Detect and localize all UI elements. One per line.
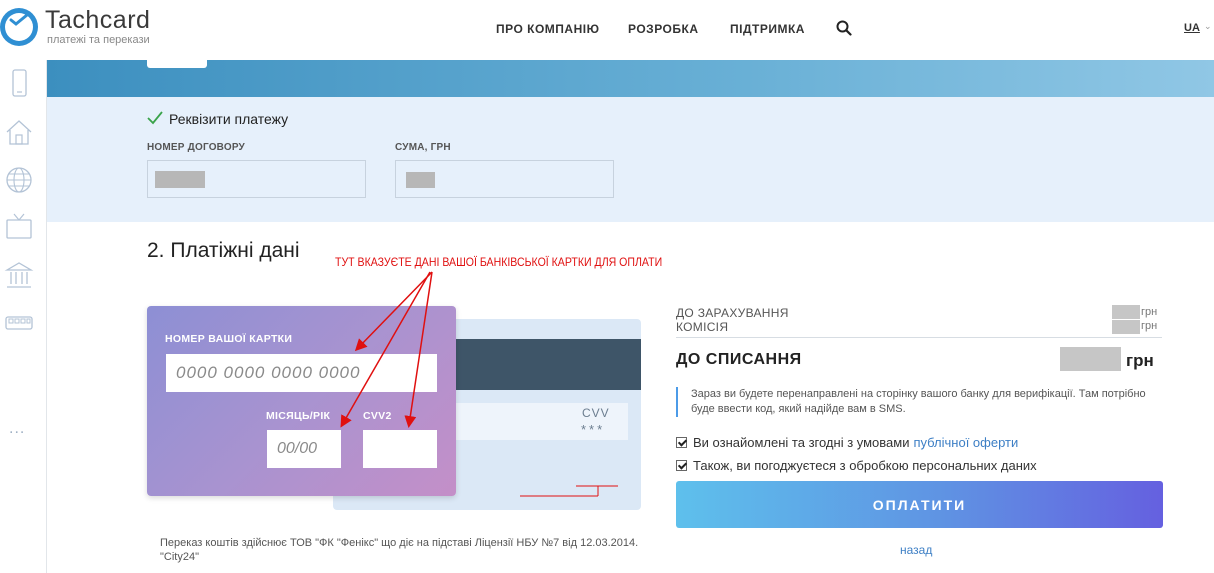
transport-icon[interactable] (4, 308, 34, 338)
total-label: ДО СПИСАННЯ (676, 351, 802, 368)
credit-label: ДО ЗАРАХУВАННЯ (676, 306, 789, 320)
cvv2-label: CVV2 (363, 410, 392, 422)
contract-number-field (147, 160, 366, 198)
total-currency: грн (1126, 351, 1154, 370)
check-icon (147, 111, 163, 125)
masked-value (1112, 305, 1140, 319)
back-link[interactable]: назад (900, 543, 932, 557)
brand-name[interactable]: Tachcard (45, 6, 150, 35)
privacy-checkbox-row[interactable]: Також, ви погоджуєтеся з обробкою персон… (676, 458, 1037, 473)
globe-icon[interactable] (4, 165, 34, 195)
card-number-label: НОМЕР ВАШОЇ КАРТКИ (165, 333, 293, 345)
masked-total (1060, 347, 1121, 371)
expiry-input[interactable] (267, 430, 341, 468)
header-banner (47, 60, 1214, 97)
masked-value (406, 172, 435, 188)
section-title: 2. Платіжні дані (147, 239, 300, 262)
privacy-text: Також, ви погоджуєтеся з обробкою персон… (693, 458, 1037, 473)
header: Tachcard платежі та перекази ПРО КОМПАНІ… (0, 0, 1214, 60)
masked-value (1112, 320, 1140, 334)
details-title: Реквізити платежу (169, 111, 289, 127)
home-icon[interactable] (4, 117, 34, 147)
sms-info-note: Зараз ви будете перенаправлені на сторін… (676, 387, 1162, 417)
bank-icon[interactable] (4, 260, 34, 290)
brand-tagline: платежі та перекази (47, 34, 150, 46)
public-offer-link[interactable]: публічної оферти (913, 435, 1018, 450)
annotation-text: ТУТ ВКАЗУЄТЕ ДАНІ ВАШОЇ БАНКІВСЬКОЇ КАРТ… (335, 255, 663, 269)
chevron-down-icon[interactable]: ⌄ (1204, 21, 1212, 32)
pay-button[interactable]: ОПЛАТИТИ (676, 481, 1163, 528)
more-icon[interactable]: ... (9, 420, 25, 438)
cvv-label: CVV (582, 406, 610, 420)
card-number-input[interactable] (166, 354, 437, 392)
fee-label: КОМІСІЯ (676, 320, 729, 334)
terms-checkbox-row[interactable]: Ви ознайомлені та згодні з умовами публі… (676, 435, 1018, 450)
privacy-checkbox[interactable] (676, 460, 687, 471)
tv-icon[interactable] (4, 212, 34, 242)
amount-field (395, 160, 614, 198)
banner-tab (147, 60, 207, 68)
nav-development[interactable]: РОЗРОБКА (628, 22, 699, 36)
currency-label: грн (1141, 306, 1158, 318)
nav-support[interactable]: ПІДТРИМКА (730, 22, 805, 36)
masked-value (155, 171, 205, 188)
logo-check-icon (9, 14, 29, 26)
terms-text: Ви ознайомлені та згодні з умовами (693, 435, 910, 450)
divider (676, 337, 1162, 338)
cvv-stars: *** (581, 422, 606, 437)
cvv2-input[interactable] (363, 430, 437, 468)
sidebar: ... (0, 60, 47, 573)
terms-checkbox[interactable] (676, 437, 687, 448)
amount-label: СУМА, ГРН (395, 142, 451, 153)
currency-label: грн (1141, 320, 1158, 332)
contract-number-label: НОМЕР ДОГОВОРУ (147, 142, 245, 153)
nav-about[interactable]: ПРО КОМПАНІЮ (496, 22, 599, 36)
expiry-label: МІСЯЦЬ/РІК (266, 410, 331, 422)
phone-icon[interactable] (4, 68, 34, 98)
search-icon[interactable] (836, 20, 852, 36)
language-selector[interactable]: UA (1184, 22, 1200, 34)
legal-note: Переказ коштів здійснює ТОВ "ФК "Фенікс"… (160, 537, 639, 563)
